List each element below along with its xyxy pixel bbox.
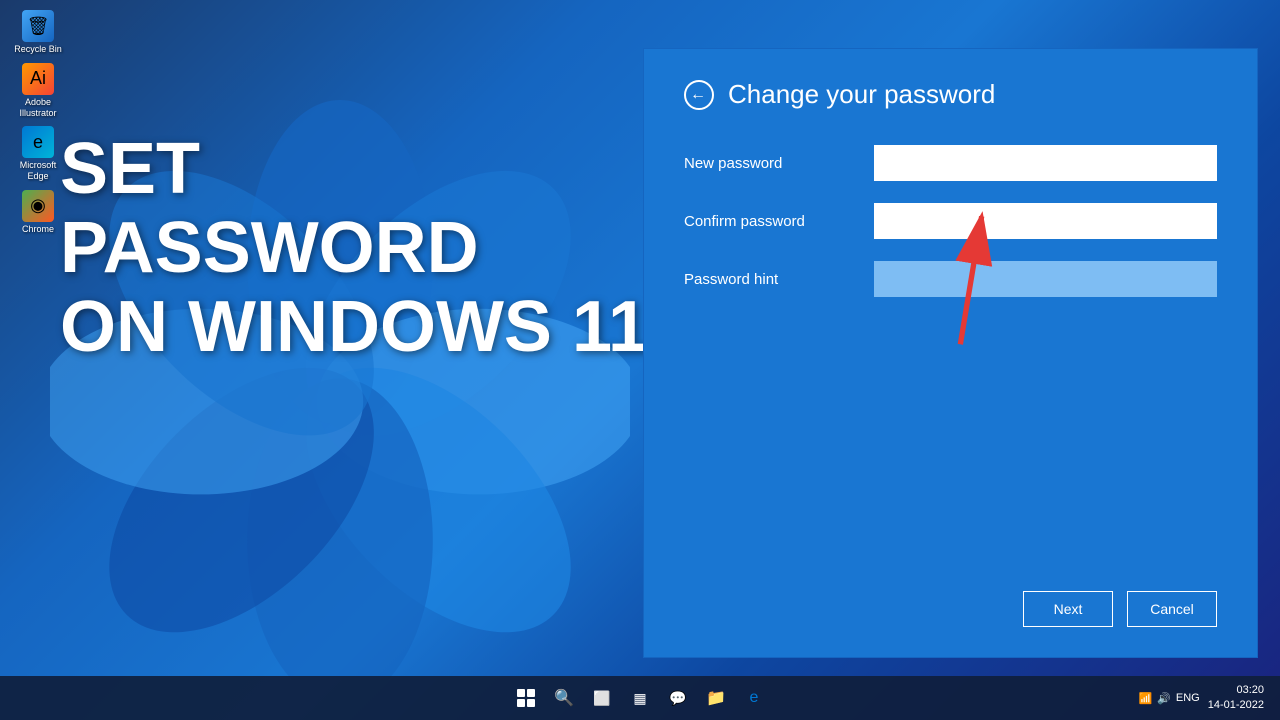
desktop-icon-label: Chrome (22, 224, 54, 235)
change-password-dialog: ← Change your password New password Conf… (643, 48, 1258, 658)
desktop-icon-label: Recycle Bin (14, 44, 62, 55)
file-explorer-button[interactable]: 📁 (702, 684, 730, 712)
back-arrow-icon: ← (690, 87, 706, 103)
overlay-text-block: SET PASSWORD ON WINDOWS 11 (60, 130, 648, 368)
desktop: 🗑 Recycle Bin Ai Adobe Illustrator e Mic… (0, 0, 1280, 720)
desktop-icon-illustrator[interactable]: Ai Adobe Illustrator (8, 63, 68, 119)
start-button[interactable] (512, 684, 540, 712)
overlay-line2: PASSWORD (60, 209, 648, 288)
password-hint-row: Password hint (684, 261, 1217, 297)
desktop-icon-recycle[interactable]: 🗑 Recycle Bin (8, 10, 68, 55)
confirm-password-row: Confirm password (684, 203, 1217, 239)
edge-taskbar-icon: e (750, 689, 759, 707)
new-password-label: New password (684, 155, 874, 172)
file-explorer-icon: 📁 (706, 688, 726, 708)
cancel-button[interactable]: Cancel (1127, 591, 1217, 627)
system-tray: 📶 🔊 ENG (1138, 692, 1199, 705)
dialog-title: Change your password (728, 79, 995, 110)
task-view-icon: ⬜ (593, 690, 610, 707)
desktop-icon-area: 🗑 Recycle Bin Ai Adobe Illustrator e Mic… (8, 10, 68, 235)
desktop-icon-chrome[interactable]: ◉ Chrome (8, 190, 68, 235)
taskbar-center: 🔍 ⬜ ▦ 💬 📁 e (512, 684, 768, 712)
overlay-line3: ON WINDOWS 11 (60, 288, 648, 367)
taskbar-right: 📶 🔊 ENG 03:20 14-01-2022 (1138, 683, 1264, 714)
windows-icon (517, 689, 535, 707)
chat-icon: 💬 (669, 690, 686, 707)
back-button[interactable]: ← (684, 80, 714, 110)
desktop-icon-label: Adobe Illustrator (8, 97, 68, 119)
next-button[interactable]: Next (1023, 591, 1113, 627)
taskbar-date-value: 14-01-2022 (1208, 698, 1264, 713)
taskbar-time-value: 03:20 (1208, 683, 1264, 698)
taskbar: 🔍 ⬜ ▦ 💬 📁 e 📶 🔊 ENG (0, 676, 1280, 720)
confirm-password-input[interactable] (874, 203, 1217, 239)
widgets-button[interactable]: ▦ (626, 684, 654, 712)
new-password-row: New password (684, 145, 1217, 181)
new-password-input[interactable] (874, 145, 1217, 181)
chat-button[interactable]: 💬 (664, 684, 692, 712)
overlay-line1: SET (60, 130, 648, 209)
lang-indicator: ENG (1176, 692, 1200, 704)
confirm-password-label: Confirm password (684, 213, 874, 230)
widgets-icon: ▦ (633, 690, 646, 707)
dialog-header: ← Change your password (684, 79, 1217, 110)
dialog-buttons: Next Cancel (1023, 591, 1217, 627)
search-taskbar-icon: 🔍 (554, 688, 574, 708)
edge-taskbar-button[interactable]: e (740, 684, 768, 712)
task-view-button[interactable]: ⬜ (588, 684, 616, 712)
taskbar-clock: 03:20 14-01-2022 (1208, 683, 1264, 714)
network-icon: 📶 (1138, 692, 1152, 705)
volume-icon: 🔊 (1157, 692, 1171, 705)
password-hint-input[interactable] (874, 261, 1217, 297)
desktop-icon-edge[interactable]: e Microsoft Edge (8, 126, 68, 182)
password-hint-label: Password hint (684, 271, 874, 288)
search-taskbar-button[interactable]: 🔍 (550, 684, 578, 712)
desktop-icon-label: Microsoft Edge (8, 160, 68, 182)
